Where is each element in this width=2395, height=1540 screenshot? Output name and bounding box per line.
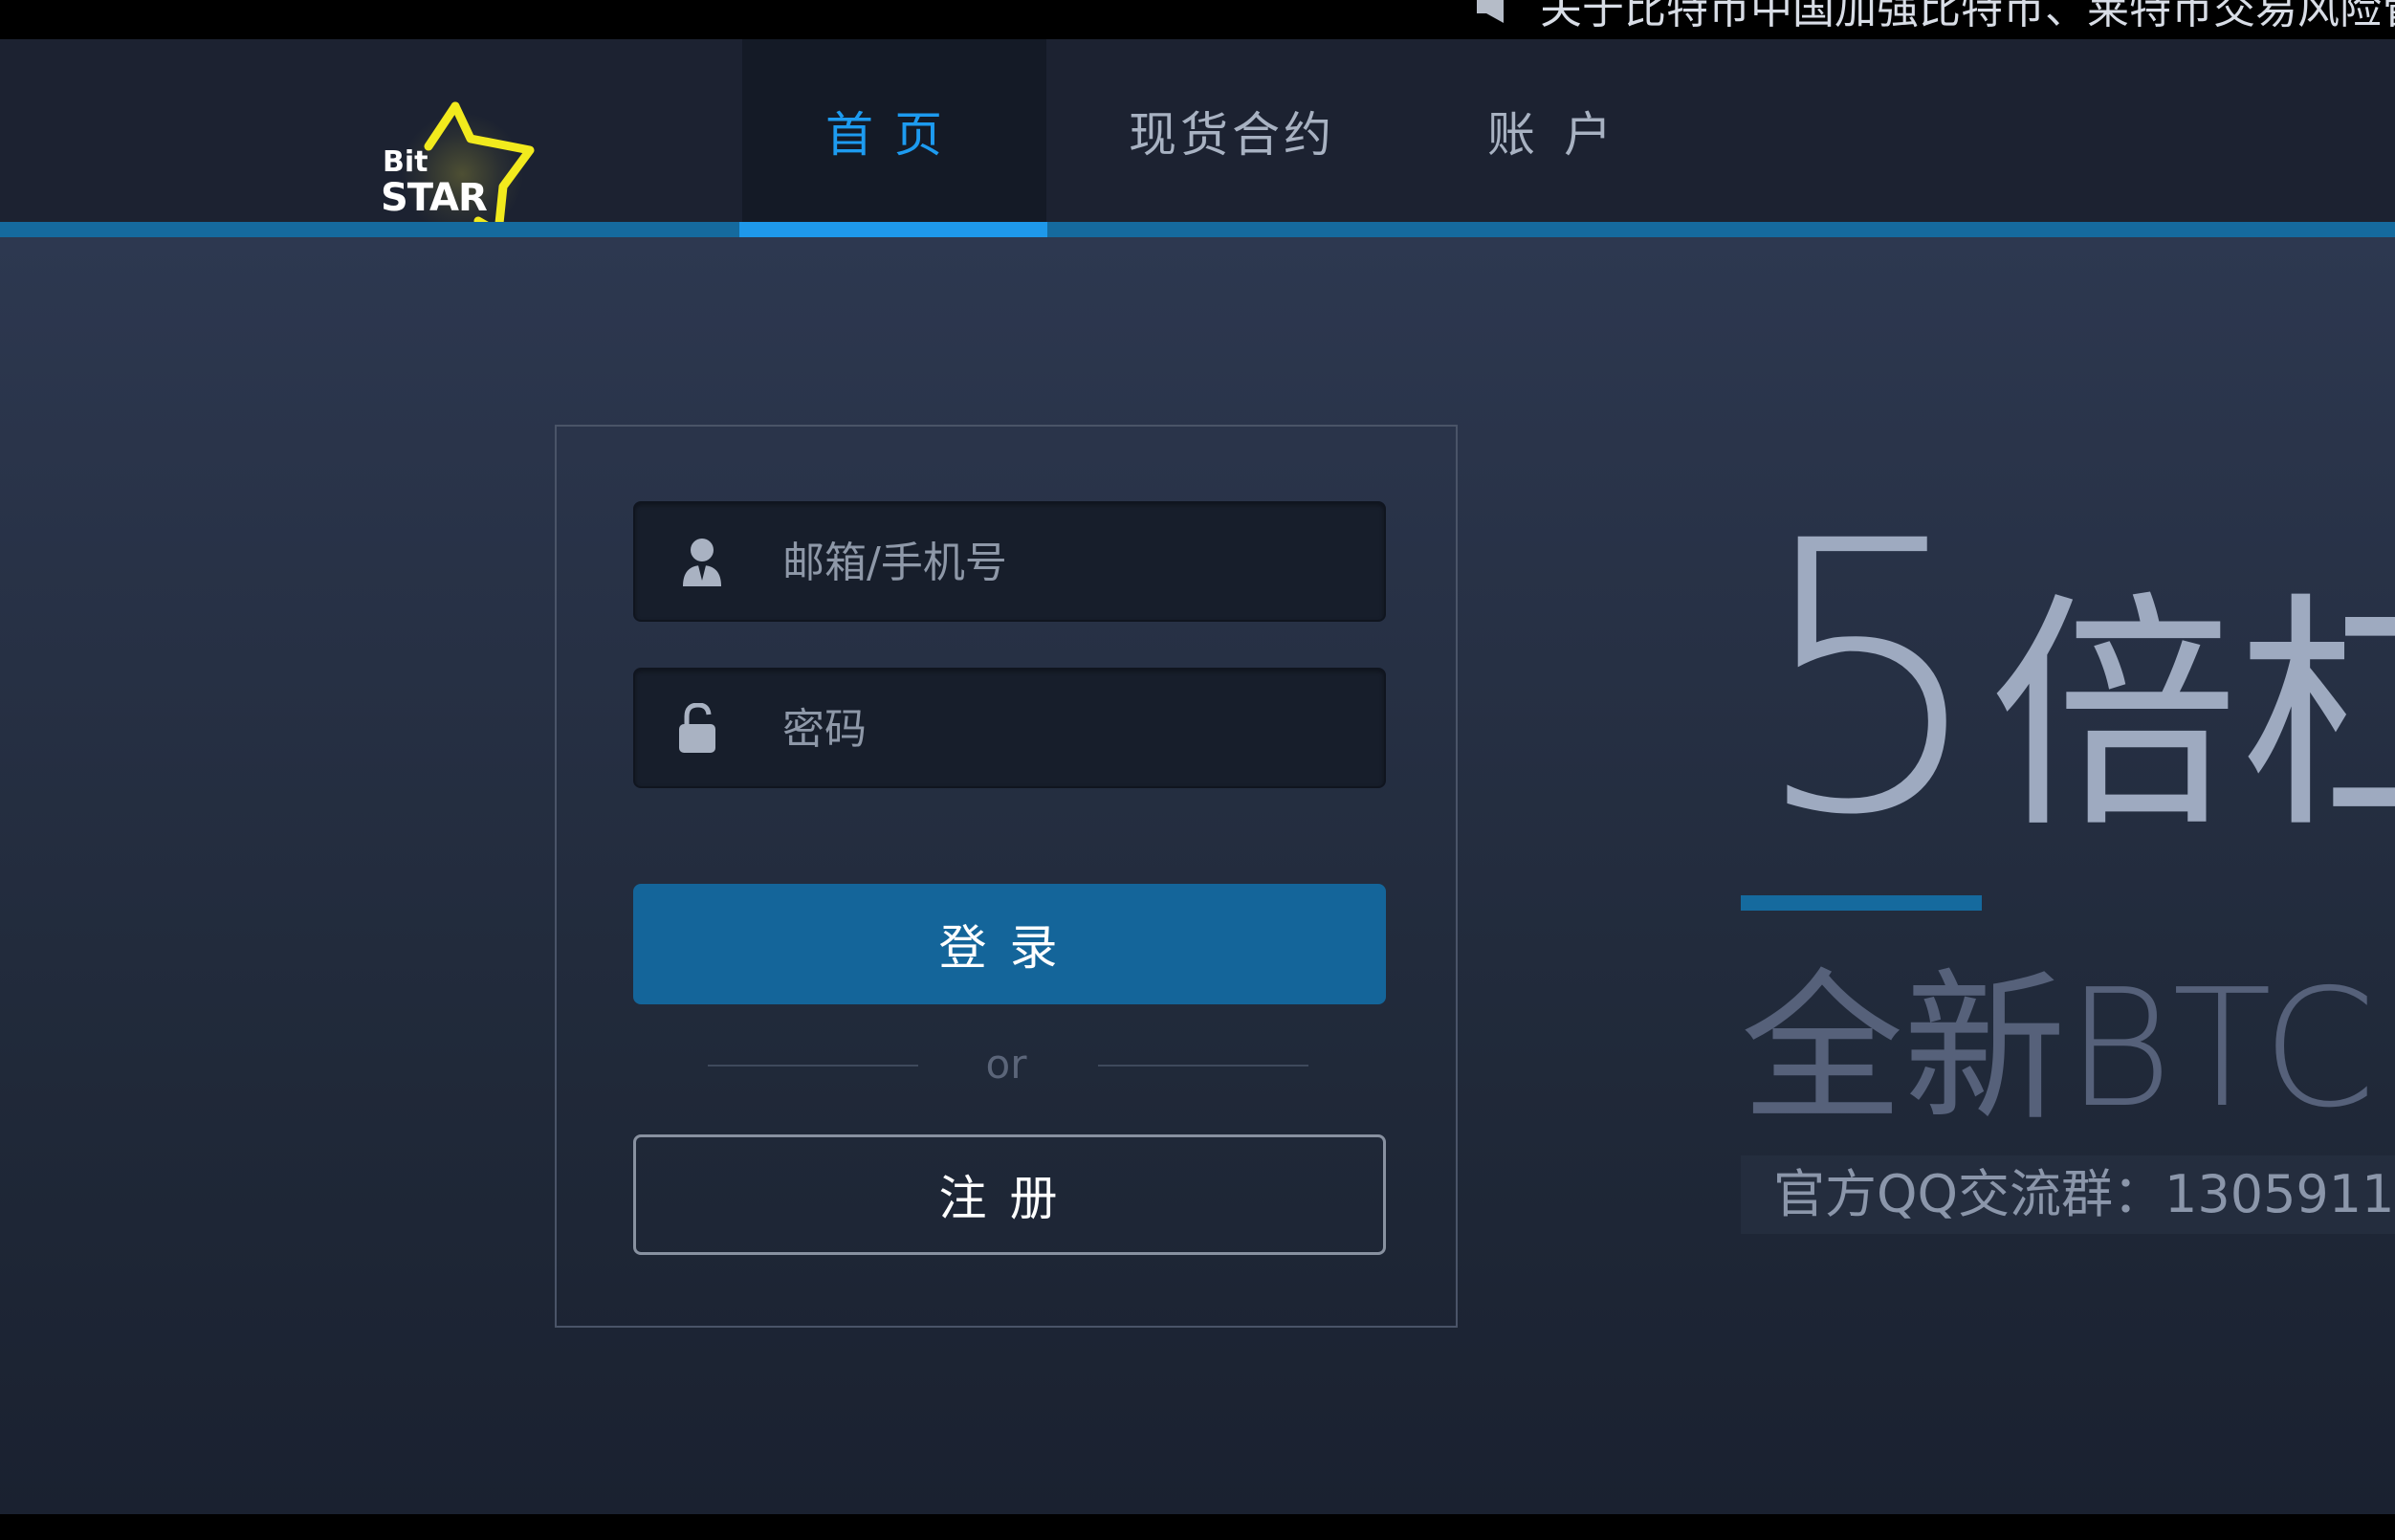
announcement-bar: 关于比特币中国加强比特币、莱特币交易风险管理: [0, 0, 2395, 39]
promo-leverage-number: 5: [1750, 517, 1989, 896]
active-tab-indicator: [739, 222, 1047, 237]
footer-bar: [0, 1514, 2395, 1540]
or-label: or: [985, 1041, 1027, 1088]
logo-text-bit: Bit: [383, 145, 428, 179]
login-panel: 登录 or 注册: [555, 425, 1458, 1328]
user-icon: [683, 539, 721, 586]
speaker-icon: [1477, 0, 1504, 23]
header-divider: [0, 222, 2395, 237]
page: 关于比特币中国加强比特币、莱特币交易风险管理 Bit STAR 首页 现货合约 …: [0, 0, 2395, 1540]
promo-underline: [1741, 895, 1982, 911]
promo-banner: 5 倍杠杆 全新BTC 官方QQ交流群：130591188: [1731, 517, 2395, 1243]
promo-subtitle: 全新BTC: [1741, 955, 2376, 1144]
promo-leverage-text: 倍杠杆: [1989, 573, 2395, 862]
promo-qq-group: 官方QQ交流群：130591188: [1773, 1164, 2395, 1224]
lock-icon: [679, 703, 715, 753]
nav-tab-spot-contract[interactable]: 现货合约: [1071, 39, 1393, 222]
nav-tab-home[interactable]: 首页: [742, 39, 1046, 222]
logo-text-star: STAR: [381, 176, 488, 220]
password-input[interactable]: [780, 670, 1358, 788]
register-button[interactable]: 注册: [633, 1134, 1386, 1255]
login-button[interactable]: 登录: [633, 884, 1386, 1004]
nav-tab-account[interactable]: 账户: [1454, 39, 1674, 222]
password-field[interactable]: [633, 668, 1386, 788]
or-divider-right: [1098, 1065, 1308, 1067]
email-input[interactable]: [780, 503, 1358, 622]
email-field[interactable]: [633, 501, 1386, 622]
or-divider-left: [708, 1065, 918, 1067]
announcement-text[interactable]: 关于比特币中国加强比特币、莱特币交易风险管理: [1540, 0, 2395, 36]
